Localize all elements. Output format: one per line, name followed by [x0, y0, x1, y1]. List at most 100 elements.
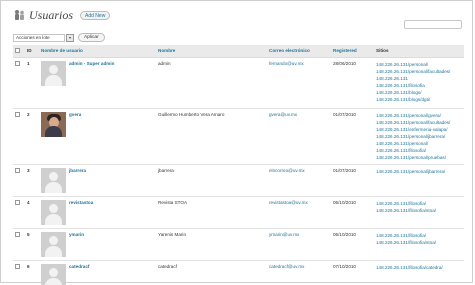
- registered-date: 28/06/2010: [331, 57, 374, 109]
- site-link[interactable]: 148.226.26.131/filosofia/: [376, 232, 462, 239]
- full-name: admin: [156, 57, 267, 109]
- username-link[interactable]: revistastoa: [69, 200, 93, 225]
- site-link[interactable]: 148.226.26.131/personal/facultades/: [376, 68, 462, 75]
- add-new-button[interactable]: Add New: [80, 10, 111, 20]
- page-title: Usuarios: [29, 7, 74, 22]
- full-name: catedracf: [156, 260, 267, 285]
- full-name: Guillermo Humberto Vera Amaro: [156, 108, 267, 165]
- username-link[interactable]: admin - Super admin: [69, 61, 114, 86]
- registered-date: 05/10/2010: [331, 228, 374, 261]
- row-checkbox[interactable]: [15, 111, 20, 117]
- site-link[interactable]: 148.226.26.131: [376, 75, 462, 82]
- table-header-row: ID Nombre de usuario Nombre Correo elect…: [13, 45, 464, 58]
- site-link[interactable]: 148.226.26.131/enfermeria-xalapa/: [376, 126, 462, 133]
- column-id[interactable]: ID: [25, 45, 39, 58]
- sites-list: 148.226.26.131/personal/jbarrera/: [374, 164, 464, 197]
- users-icon: [13, 9, 26, 22]
- row-checkbox[interactable]: [15, 231, 20, 237]
- site-link[interactable]: 148.226.26.131/filosofia/stoa/: [376, 239, 462, 246]
- user-id: 3: [25, 164, 39, 197]
- user-id: 1: [25, 57, 39, 109]
- email-link[interactable]: ymarin@uv.mx: [267, 228, 331, 261]
- site-link[interactable]: 148.226.26.131/blogs/: [376, 89, 462, 96]
- site-link[interactable]: 148.226.26.131/personal/: [376, 61, 462, 68]
- site-link[interactable]: 148.226.26.131/filosofia/: [376, 147, 462, 154]
- avatar-head: [49, 203, 58, 213]
- avatar-head: [49, 171, 58, 181]
- username-cell: revistastoa: [39, 196, 156, 229]
- search-input[interactable]: [404, 20, 462, 29]
- site-link[interactable]: 148.226.26.131/filosofia/stoa/: [376, 207, 462, 214]
- username-cell: catedracf: [39, 260, 156, 285]
- avatar-head: [49, 64, 58, 74]
- avatar-body: [45, 74, 62, 86]
- email-link[interactable]: elncorreo@uv.mx: [267, 164, 331, 197]
- sites-list: 148.226.26.131/filosofia/148.226.26.131/…: [374, 196, 464, 229]
- username-link[interactable]: jbarrera: [69, 168, 86, 193]
- registered-date: 01/07/2010: [331, 164, 374, 197]
- table-row: 3 jbarrera jbarrera elncorreo@uv.mx 01/07/20…: [13, 164, 464, 197]
- avatar: [41, 263, 66, 285]
- page-header: Usuarios Add New: [13, 7, 111, 22]
- email-link[interactable]: gvera@uv.mx: [267, 108, 331, 165]
- column-name[interactable]: Nombre: [156, 45, 267, 58]
- full-name: jbarrera: [156, 164, 267, 197]
- avatar-body: [45, 181, 62, 193]
- username-cell: admin - Super admin: [39, 57, 156, 109]
- username-link[interactable]: ymarin: [69, 232, 84, 257]
- site-link[interactable]: 148.226.26.131/personal/pruebas/: [376, 154, 462, 161]
- table-row: 4 revistastoa Revista STOA revistastoa@uv.m…: [13, 196, 464, 229]
- chevron-down-icon[interactable]: ▾: [66, 33, 74, 42]
- bulk-actions-bar: Acciones en lote ▾ Aplicar: [13, 33, 105, 42]
- site-link[interactable]: 148.226.26.131/personal/gvera/: [376, 112, 462, 119]
- user-id: 4: [25, 196, 39, 229]
- avatar: [41, 60, 66, 86]
- site-link[interactable]: 148.226.26.131/filosofia/: [376, 200, 462, 207]
- registered-date: 01/07/2010: [331, 108, 374, 165]
- site-link[interactable]: 148.226.26.131/personal/jbarrera/: [376, 133, 462, 140]
- site-link[interactable]: 148.226.26.131/filosofia/catedra/: [376, 264, 462, 271]
- row-checkbox[interactable]: [15, 60, 20, 66]
- site-link[interactable]: 148.226.26.131/personal/: [376, 140, 462, 147]
- table-row: 6 catedracf catedracf catedracf@uv.mx 07/10/…: [13, 260, 464, 285]
- row-checkbox-cell: [13, 57, 25, 109]
- apply-button[interactable]: Aplicar: [78, 33, 105, 42]
- sites-list: 148.226.26.131/personal/148.226.26.131/p…: [374, 57, 464, 109]
- row-checkbox[interactable]: [15, 167, 20, 173]
- registered-date: 07/10/2010: [331, 260, 374, 285]
- select-all-checkbox-cell: [13, 45, 25, 58]
- table-row: 5 ymarin Yarenis Marin ymarin@uv.mx 05/10/20…: [13, 228, 464, 261]
- site-link[interactable]: 148.226.26.131/filosofia: [376, 82, 462, 89]
- avatar-body: [45, 277, 62, 285]
- select-all-checkbox[interactable]: [15, 47, 20, 53]
- site-link[interactable]: 148.226.26.131/blogs/dgti/: [376, 96, 462, 103]
- site-link[interactable]: 148.226.26.131/personal/facultades/: [376, 119, 462, 126]
- user-id: 5: [25, 228, 39, 261]
- bulk-actions-selected: Acciones en lote: [16, 35, 50, 40]
- row-checkbox[interactable]: [15, 263, 20, 269]
- avatar-body: [45, 213, 62, 225]
- email-link[interactable]: revistastoa@uv.mx: [267, 196, 331, 229]
- users-table-body: 1 admin - Super admin admin fernando@uv.mx 2…: [13, 57, 464, 285]
- bulk-actions-select[interactable]: Acciones en lote ▾: [13, 33, 74, 42]
- row-checkbox[interactable]: [15, 199, 20, 205]
- email-link[interactable]: fernando@uv.mx: [267, 57, 331, 109]
- email-link[interactable]: catedracf@uv.mx: [267, 260, 331, 285]
- column-username[interactable]: Nombre de usuario: [39, 45, 156, 58]
- admin-panel: Usuarios Add New Acciones en lote ▾ Apli…: [0, 0, 473, 285]
- full-name: Yarenis Marin: [156, 228, 267, 261]
- avatar-head: [49, 267, 58, 277]
- users-table: ID Nombre de usuario Nombre Correo elect…: [13, 45, 464, 285]
- sites-list: 148.226.26.131/filosofia/catedra/: [374, 260, 464, 285]
- column-registered[interactable]: Registered: [331, 45, 374, 58]
- avatar-body: [45, 125, 62, 137]
- avatar: [41, 231, 66, 257]
- table-row: 2 gvera Guillermo Humberto Vera Amaro gvera…: [13, 108, 464, 165]
- row-checkbox-cell: [13, 196, 25, 229]
- sites-list: 148.226.26.131/personal/gvera/148.226.26…: [374, 108, 464, 165]
- site-link[interactable]: 148.226.26.131/personal/jbarrera/: [376, 168, 462, 175]
- column-email[interactable]: Correo electrónico: [267, 45, 331, 58]
- avatar: [41, 199, 66, 225]
- username-link[interactable]: catedracf: [69, 264, 89, 285]
- username-link[interactable]: gvera: [69, 112, 81, 137]
